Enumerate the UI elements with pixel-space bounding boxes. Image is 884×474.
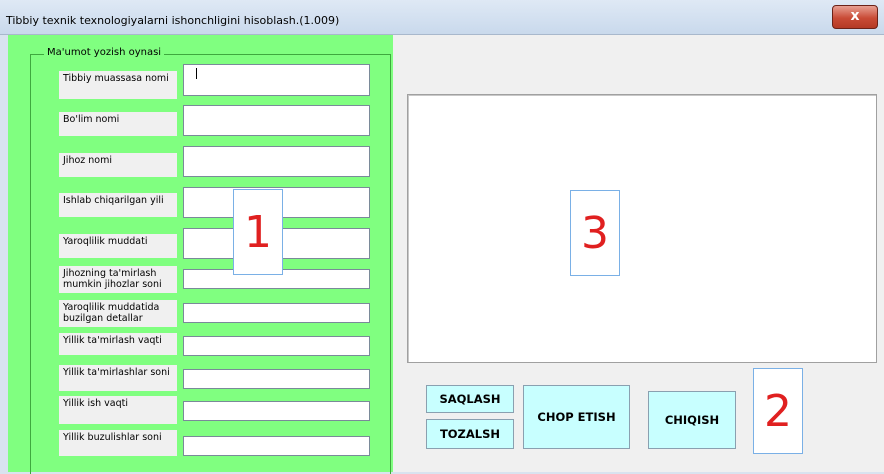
marker-1: 1 <box>233 189 283 275</box>
close-icon: x <box>850 8 860 24</box>
label-repairable-count: Jihozning ta'mirlash mumkin jihozlar son… <box>59 266 177 293</box>
department-name-input[interactable] <box>183 105 370 136</box>
label-annual-repair-time: Yillik ta'mirlash vaqti <box>59 333 177 355</box>
label-failed-parts: Yaroqlilik muddatida buzilgan detallar <box>59 300 177 327</box>
annual-repair-count-input[interactable] <box>183 369 370 389</box>
label-annual-work-time: Yillik ish vaqti <box>59 396 177 424</box>
text-caret <box>196 68 197 79</box>
marker-2: 2 <box>753 368 803 454</box>
device-name-input[interactable] <box>183 146 370 177</box>
close-button[interactable]: x <box>832 5 878 29</box>
annual-work-time-input[interactable] <box>183 401 370 421</box>
label-service-life: Yaroqlilik muddati <box>59 234 177 258</box>
save-button[interactable]: SAQLASH <box>426 385 514 413</box>
label-annual-failures: Yillik buzulishlar soni <box>59 430 177 456</box>
marker-3: 3 <box>570 190 620 276</box>
groupbox-border <box>30 54 31 474</box>
client-area: Ma'umot yozish oynasi Tibbiy muassasa no… <box>8 35 884 474</box>
label-annual-repair-count: Yillik ta'mirlashlar soni <box>59 365 177 391</box>
results-display <box>407 94 877 363</box>
title-bar: Tibbiy texnik texnologiyalarni ishonchli… <box>0 0 884 35</box>
label-device-name: Jihoz nomi <box>59 153 177 177</box>
annual-failures-input[interactable] <box>183 436 370 456</box>
groupbox-border <box>390 54 391 474</box>
exit-button[interactable]: CHIQISH <box>648 391 736 449</box>
failed-parts-input[interactable] <box>183 303 370 323</box>
print-button[interactable]: CHOP ETISH <box>523 385 630 449</box>
window-title: Tibbiy texnik texnologiyalarni ishonchli… <box>6 14 340 27</box>
annual-repair-time-input[interactable] <box>183 336 370 356</box>
clear-button[interactable]: TOZALSH <box>426 419 514 449</box>
label-institution-name: Tibbiy muassasa nomi <box>59 71 177 99</box>
label-manufacture-year: Ishlab chiqarilgan yili <box>59 193 177 217</box>
groupbox-title: Ma'umot yozish oynasi <box>44 47 165 58</box>
label-department-name: Bo'lim nomi <box>59 112 177 136</box>
institution-name-input[interactable] <box>183 64 370 96</box>
